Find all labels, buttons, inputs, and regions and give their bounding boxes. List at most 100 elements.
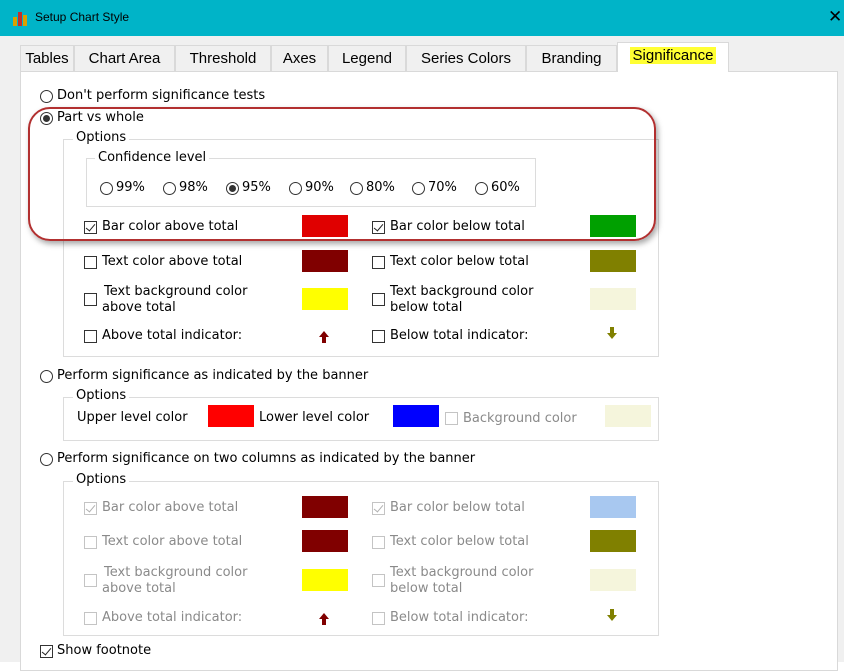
tc-up-arrow-icon[interactable] [319, 613, 329, 625]
pvw-text-below-swatch[interactable] [590, 250, 636, 272]
pvw-textbg-above-checkbox[interactable] [84, 293, 97, 306]
pvw-textbg-above-swatch[interactable] [302, 288, 348, 310]
tab-chart-area[interactable]: Chart Area [74, 45, 175, 71]
tc-bar-above-checkbox[interactable] [84, 502, 97, 515]
tab-series-colors[interactable]: Series Colors [406, 45, 526, 71]
background-color-checkbox[interactable] [445, 412, 458, 425]
tc-textbg-below-label-1: Text background color [390, 565, 534, 580]
confidence-95-label: 95% [242, 180, 271, 195]
confidence-98-radio[interactable] [163, 182, 176, 195]
two-columns-label: Perform significance on two columns as i… [57, 451, 476, 466]
show-footnote-label: Show footnote [57, 643, 152, 658]
confidence-80-label: 80% [366, 180, 395, 195]
pvw-bar-above-swatch[interactable] [302, 215, 348, 237]
tc-textbg-below-swatch[interactable] [590, 569, 636, 591]
confidence-98-label: 98% [179, 180, 208, 195]
tc-above-indicator-label: Above total indicator: [102, 610, 243, 625]
up-arrow-icon[interactable] [319, 331, 329, 343]
two-columns-options-legend: Options [73, 472, 130, 487]
tab-tables[interactable]: Tables [20, 45, 74, 71]
tc-text-above-label: Text color above total [102, 534, 243, 549]
pvw-textbg-below-label-2: below total [390, 300, 463, 315]
pvw-bar-below-label: Bar color below total [390, 219, 525, 234]
pvw-below-indicator-label: Below total indicator: [390, 328, 529, 343]
tc-text-above-swatch[interactable] [302, 530, 348, 552]
lower-level-label: Lower level color [259, 410, 370, 425]
confidence-99-label: 99% [116, 180, 145, 195]
tc-text-above-checkbox[interactable] [84, 536, 97, 549]
pvw-text-below-checkbox[interactable] [372, 256, 385, 269]
title-bar: Setup Chart Style ✕ [0, 0, 844, 36]
confidence-60-label: 60% [491, 180, 520, 195]
pvw-text-above-swatch[interactable] [302, 250, 348, 272]
pvw-text-below-label: Text color below total [390, 254, 529, 269]
confidence-90-label: 90% [305, 180, 334, 195]
tc-textbg-above-label-2: above total [102, 581, 176, 596]
banner-radio[interactable] [40, 370, 53, 383]
pvw-below-indicator-checkbox[interactable] [372, 330, 385, 343]
show-footnote-checkbox[interactable] [40, 645, 53, 658]
part-vs-whole-radio[interactable] [40, 112, 53, 125]
tc-bar-below-swatch[interactable] [590, 496, 636, 518]
confidence-70-label: 70% [428, 180, 457, 195]
confidence-level-legend: Confidence level [95, 150, 210, 165]
tc-below-indicator-checkbox[interactable] [372, 612, 385, 625]
upper-level-swatch[interactable] [208, 405, 254, 427]
banner-options-legend: Options [73, 388, 130, 403]
tc-text-below-swatch[interactable] [590, 530, 636, 552]
pvw-textbg-below-checkbox[interactable] [372, 293, 385, 306]
tab-branding[interactable]: Branding [526, 45, 617, 71]
tc-bar-above-swatch[interactable] [302, 496, 348, 518]
tc-textbg-above-label-1: Text background color [104, 565, 248, 580]
pvw-text-above-checkbox[interactable] [84, 256, 97, 269]
part-vs-whole-options-legend: Options [73, 130, 130, 145]
confidence-70-radio[interactable] [412, 182, 425, 195]
banner-label: Perform significance as indicated by the… [57, 368, 369, 383]
confidence-80-radio[interactable] [350, 182, 363, 195]
confidence-99-radio[interactable] [100, 182, 113, 195]
tc-bar-below-label: Bar color below total [390, 500, 525, 515]
background-color-label: Background color [463, 411, 577, 426]
tab-significance-label: Significance [629, 47, 717, 64]
tc-textbg-below-label-2: below total [390, 581, 463, 596]
window-title: Setup Chart Style [35, 10, 130, 24]
confidence-95-radio[interactable] [226, 182, 239, 195]
pvw-bar-below-checkbox[interactable] [372, 221, 385, 234]
upper-level-label: Upper level color [77, 410, 188, 425]
tc-bar-above-label: Bar color above total [102, 500, 239, 515]
confidence-90-radio[interactable] [289, 182, 302, 195]
chart-app-icon [13, 12, 27, 26]
tab-significance[interactable]: Significance [617, 42, 729, 72]
no-tests-label: Don't perform significance tests [57, 88, 266, 103]
tc-textbg-below-checkbox[interactable] [372, 574, 385, 587]
tab-legend[interactable]: Legend [328, 45, 406, 71]
close-icon[interactable]: ✕ [828, 7, 842, 27]
tc-text-below-checkbox[interactable] [372, 536, 385, 549]
two-columns-radio[interactable] [40, 453, 53, 466]
pvw-textbg-below-swatch[interactable] [590, 288, 636, 310]
tc-bar-below-checkbox[interactable] [372, 502, 385, 515]
pvw-textbg-above-label-1: Text background color [104, 284, 248, 299]
pvw-text-above-label: Text color above total [102, 254, 243, 269]
pvw-bar-below-swatch[interactable] [590, 215, 636, 237]
no-tests-radio[interactable] [40, 90, 53, 103]
tc-above-indicator-checkbox[interactable] [84, 612, 97, 625]
pvw-bar-above-label: Bar color above total [102, 219, 239, 234]
down-arrow-icon[interactable] [607, 327, 617, 339]
pvw-bar-above-checkbox[interactable] [84, 221, 97, 234]
pvw-above-indicator-checkbox[interactable] [84, 330, 97, 343]
pvw-textbg-below-label-1: Text background color [390, 284, 534, 299]
tab-threshold[interactable]: Threshold [175, 45, 271, 71]
pvw-above-indicator-label: Above total indicator: [102, 328, 243, 343]
pvw-textbg-above-label-2: above total [102, 300, 176, 315]
part-vs-whole-label: Part vs whole [57, 110, 144, 125]
tc-textbg-above-checkbox[interactable] [84, 574, 97, 587]
lower-level-swatch[interactable] [393, 405, 439, 427]
tc-below-indicator-label: Below total indicator: [390, 610, 529, 625]
tc-text-below-label: Text color below total [390, 534, 529, 549]
background-color-swatch[interactable] [605, 405, 651, 427]
tc-textbg-above-swatch[interactable] [302, 569, 348, 591]
tab-axes[interactable]: Axes [271, 45, 328, 71]
confidence-60-radio[interactable] [475, 182, 488, 195]
tc-down-arrow-icon[interactable] [607, 609, 617, 621]
